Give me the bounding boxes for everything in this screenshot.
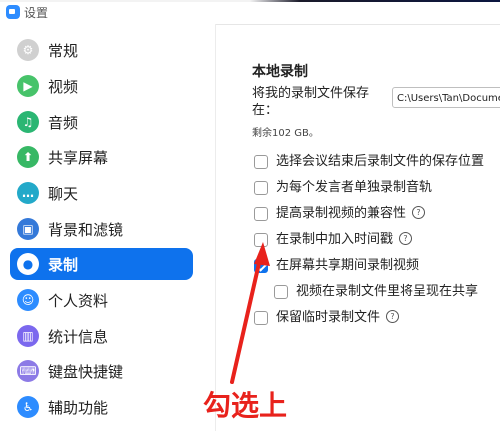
sidebar-item-video[interactable]: ▶ 视频 <box>10 70 193 102</box>
chat-icon: … <box>17 182 39 204</box>
sidebar-item-label: 常规 <box>48 42 79 60</box>
checkbox[interactable] <box>254 233 268 247</box>
checkbox[interactable] <box>254 207 268 221</box>
help-icon[interactable]: ? <box>412 206 426 219</box>
gear-icon: ⚙ <box>17 39 39 61</box>
option-label: 在录制中加入时间戳? <box>276 231 413 249</box>
record-icon: ● <box>17 253 39 275</box>
option-label: 在屏幕共享期间录制视频 <box>276 258 420 273</box>
sidebar-item-recording[interactable]: ● 录制 <box>10 248 193 280</box>
background-icon: ▣ <box>17 218 39 240</box>
help-icon[interactable]: ? <box>399 232 413 245</box>
option-text: 保留临时录制文件 <box>276 310 381 325</box>
zoom-app-icon <box>6 5 20 19</box>
option-label: 视频在录制文件里将呈现在共享 <box>296 284 479 299</box>
sidebar-item-label: 聊天 <box>48 185 79 203</box>
sidebar-item-chat[interactable]: … 聊天 <box>10 177 193 209</box>
settings-sidebar: ⚙ 常规 ▶ 视频 ♫ 音频 ⬆ 共享屏幕 … 聊天 ▣ 背景和滤镜 ● 录制 … <box>0 24 216 431</box>
sidebar-item-keyboard-shortcuts[interactable]: ⌨ 键盘快捷键 <box>10 355 193 387</box>
window-title: 设置 <box>24 6 49 20</box>
accessibility-icon: ♿ <box>17 396 39 418</box>
checkbox[interactable] <box>254 311 268 325</box>
sidebar-item-general[interactable]: ⚙ 常规 <box>10 34 193 66</box>
option-label: 为每个发言者单独录制音轨 <box>276 180 433 195</box>
option-label: 选择会议结束后录制文件的保存位置 <box>276 154 485 169</box>
sidebar-item-label: 视频 <box>48 78 79 96</box>
sidebar-item-background[interactable]: ▣ 背景和滤镜 <box>10 213 193 245</box>
section-title: 本地录制 <box>252 64 308 80</box>
option-label: 提高录制视频的兼容性? <box>276 205 426 223</box>
profile-icon: ☺ <box>17 289 39 311</box>
option-label: 保留临时录制文件? <box>276 309 400 327</box>
sidebar-item-label: 共享屏幕 <box>48 149 109 167</box>
sidebar-item-profile[interactable]: ☺ 个人资料 <box>10 284 193 316</box>
sidebar-item-share-screen[interactable]: ⬆ 共享屏幕 <box>10 141 193 173</box>
save-path-field[interactable]: C:\Users\Tan\Documents <box>392 87 500 108</box>
help-icon[interactable]: ? <box>386 310 400 323</box>
sidebar-item-label: 背景和滤镜 <box>48 221 124 239</box>
checkbox[interactable] <box>274 285 288 299</box>
sidebar-item-label: 个人资料 <box>48 292 109 310</box>
sidebar-item-label: 音频 <box>48 114 79 132</box>
checkbox[interactable] <box>254 259 268 273</box>
option-text: 在录制中加入时间戳 <box>276 232 394 247</box>
keyboard-icon: ⌨ <box>17 360 39 382</box>
video-icon: ▶ <box>17 75 39 97</box>
sidebar-item-statistics[interactable]: ▥ 统计信息 <box>10 320 193 352</box>
sidebar-item-label: 键盘快捷键 <box>48 363 124 381</box>
title-bar: 设置 <box>0 0 500 25</box>
checkbox[interactable] <box>254 181 268 195</box>
statistics-icon: ▥ <box>17 325 39 347</box>
sidebar-item-accessibility[interactable]: ♿ 辅助功能 <box>10 391 193 423</box>
share-screen-icon: ⬆ <box>17 146 39 168</box>
sidebar-item-label: 录制 <box>48 256 79 274</box>
remaining-space-text: 剩余102 GB。 <box>252 128 319 139</box>
sidebar-item-audio[interactable]: ♫ 音频 <box>10 106 193 138</box>
sidebar-item-label: 辅助功能 <box>48 399 109 417</box>
recording-settings-panel: 本地录制 将我的录制文件保存在： C:\Users\Tan\Documents … <box>216 24 500 431</box>
save-location-label: 将我的录制文件保存在： <box>252 86 370 118</box>
headphones-icon: ♫ <box>17 111 39 133</box>
option-text: 提高录制视频的兼容性 <box>276 206 407 221</box>
window-top-edge <box>0 0 500 2</box>
checkbox[interactable] <box>254 155 268 169</box>
annotation-label: 勾选上 <box>203 389 288 422</box>
sidebar-item-label: 统计信息 <box>48 328 109 346</box>
